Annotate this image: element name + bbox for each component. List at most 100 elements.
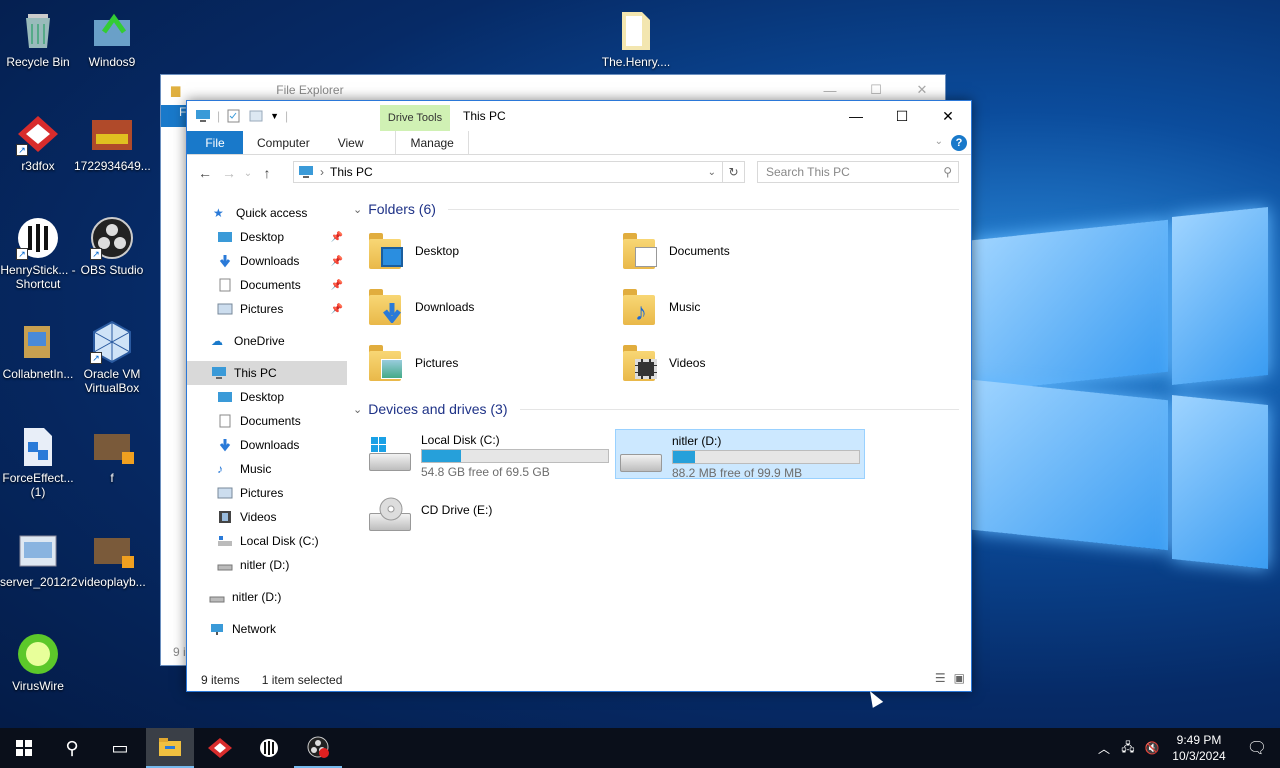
- desktop-icon-forceeffect[interactable]: ForceEffect... (1): [0, 424, 76, 499]
- taskbar-file-explorer[interactable]: [146, 728, 194, 768]
- navigation-pane: ★ Quick access Desktop 📌 Downloads 📌 Docum…: [187, 201, 347, 651]
- properties-icon[interactable]: [226, 109, 242, 123]
- recent-locations-chevron-icon[interactable]: ⌄: [241, 168, 255, 179]
- nav-quick-pictures[interactable]: Pictures 📌: [187, 297, 347, 321]
- drive-local-disk-c[interactable]: Local Disk (C:) 54.8 GB free of 69.5 GB: [365, 429, 615, 479]
- tab-file[interactable]: File: [187, 131, 243, 154]
- desktop-folder-icon: [369, 231, 407, 271]
- nav-quick-documents[interactable]: Documents 📌: [187, 273, 347, 297]
- nav-pc-videos[interactable]: Videos: [187, 505, 347, 529]
- nav-pc-music[interactable]: ♪ Music: [187, 457, 347, 481]
- collapse-chevron-icon[interactable]: ⌄: [353, 403, 362, 416]
- back-ribbon-file-tab[interactable]: F: [161, 105, 189, 127]
- pin-icon[interactable]: 📌: [331, 304, 343, 315]
- close-button[interactable]: ✕: [925, 101, 971, 131]
- nav-label: Videos: [240, 510, 277, 524]
- nav-pc-local-disk[interactable]: Local Disk (C:): [187, 529, 347, 553]
- taskbar-r3dfox[interactable]: [196, 728, 244, 768]
- drive-icon: [620, 438, 664, 476]
- folder-music[interactable]: ♪ Music: [623, 285, 877, 329]
- nav-this-pc[interactable]: This PC: [187, 361, 347, 385]
- address-bar[interactable]: › This PC ⌄: [293, 161, 723, 183]
- nav-pc-nitler[interactable]: nitler (D:): [187, 553, 347, 577]
- help-icon[interactable]: ?: [951, 135, 967, 151]
- desktop-icon-henrystick-shortcut[interactable]: ↗ HenryStick... - Shortcut: [0, 216, 76, 296]
- nav-pc-documents[interactable]: Documents: [187, 409, 347, 433]
- nav-pc-downloads[interactable]: Downloads: [187, 433, 347, 457]
- nav-quick-downloads[interactable]: Downloads 📌: [187, 249, 347, 273]
- titlebar[interactable]: | ▼ | Drive Tools This PC — ☐ ✕: [187, 101, 971, 131]
- qat-dropdown-icon[interactable]: ▼: [270, 111, 279, 121]
- network-icon[interactable]: 🖧: [1116, 738, 1140, 759]
- nav-label: OneDrive: [234, 334, 285, 348]
- desktop-icon-image[interactable]: 1722934649...: [74, 112, 151, 173]
- pin-icon[interactable]: 📌: [331, 232, 343, 243]
- volume-muted-icon[interactable]: 🔇: [1140, 741, 1164, 755]
- folder-downloads[interactable]: Downloads: [369, 285, 623, 329]
- notification-center-icon[interactable]: 🗨: [1234, 738, 1280, 758]
- taskbar-henrystick[interactable]: [245, 728, 293, 768]
- address-dropdown-icon[interactable]: ⌄: [708, 167, 716, 178]
- folder-pictures[interactable]: Pictures: [369, 341, 623, 385]
- system-tray: ︿ 🖧 🔇 9:49 PM 10/3/2024 🗨: [1092, 728, 1280, 768]
- drive-nitler-d[interactable]: nitler (D:) 88.2 MB free of 99.9 MB: [615, 429, 865, 480]
- search-input[interactable]: Search This PC ⚲: [757, 161, 959, 183]
- nav-pc-desktop[interactable]: Desktop: [187, 385, 347, 409]
- desktop-icon: [218, 392, 232, 402]
- pin-icon[interactable]: 📌: [331, 256, 343, 267]
- desktop-icon-windos9[interactable]: Windos9: [74, 8, 150, 69]
- details-view-icon[interactable]: ☰: [935, 671, 946, 685]
- clock[interactable]: 9:49 PM 10/3/2024: [1164, 732, 1234, 764]
- tab-view[interactable]: View: [324, 131, 378, 154]
- collapse-chevron-icon[interactable]: ⌄: [353, 203, 362, 216]
- forward-arrow-icon[interactable]: →: [217, 165, 241, 181]
- desktop-icon-collabnet[interactable]: CollabnetIn...: [0, 320, 76, 381]
- desktop-icon-virtualbox[interactable]: ↗ Oracle VM VirtualBox: [74, 320, 150, 395]
- desktop-icon-henry-document[interactable]: The.Henry....: [598, 8, 674, 69]
- back-arrow-icon[interactable]: ←: [193, 165, 217, 181]
- nav-quick-desktop[interactable]: Desktop 📌: [187, 225, 347, 249]
- tab-computer[interactable]: Computer: [243, 131, 324, 154]
- maximize-button[interactable]: ☐: [879, 101, 925, 131]
- folder-label: Desktop: [415, 244, 460, 258]
- large-icons-view-icon[interactable]: ▣: [954, 671, 965, 685]
- refresh-button[interactable]: ↻: [723, 161, 745, 183]
- folder-documents[interactable]: Documents: [623, 229, 877, 273]
- desktop-icon-server-2012r2[interactable]: server_2012r2: [0, 528, 77, 589]
- nav-nitler[interactable]: nitler (D:): [187, 585, 347, 609]
- minimize-button[interactable]: —: [833, 101, 879, 131]
- devices-group-header[interactable]: ⌄ Devices and drives (3): [353, 397, 969, 421]
- desktop-icon-videoplayback[interactable]: videoplayb...: [74, 528, 150, 589]
- desktop-icon-f-video[interactable]: f: [74, 424, 150, 485]
- nav-network[interactable]: Network: [187, 617, 347, 641]
- desktop-icon-recycle-bin[interactable]: Recycle Bin: [0, 8, 76, 69]
- virtualbox-icon: ↗: [90, 320, 134, 364]
- nav-quick-access[interactable]: ★ Quick access: [187, 201, 347, 225]
- new-folder-icon[interactable]: [248, 109, 264, 123]
- tab-manage[interactable]: Manage: [395, 131, 469, 154]
- search-button[interactable]: ⚲: [48, 728, 96, 768]
- folders-group-header[interactable]: ⌄ Folders (6): [353, 197, 969, 221]
- viruswire-icon: [16, 632, 60, 676]
- drive-cd-e[interactable]: CD Drive (E:): [365, 489, 615, 539]
- pictures-icon: [217, 303, 233, 315]
- nav-pc-pictures[interactable]: Pictures: [187, 481, 347, 505]
- folder-icon: ▆: [171, 83, 181, 97]
- desktop-icon-r3dfox[interactable]: ↗ r3dfox: [0, 112, 76, 173]
- show-hidden-icons-chevron-icon[interactable]: ︿: [1092, 740, 1116, 757]
- task-view-button[interactable]: ▭: [96, 728, 144, 768]
- drives-grid: Local Disk (C:) 54.8 GB free of 69.5 GB …: [365, 429, 969, 539]
- folder-desktop[interactable]: Desktop: [369, 229, 623, 273]
- desktop-icon-obs-studio[interactable]: ↗ OBS Studio: [74, 216, 150, 277]
- start-button[interactable]: [0, 728, 48, 768]
- folder-label: Pictures: [415, 356, 459, 370]
- up-arrow-icon[interactable]: ↑: [255, 165, 279, 181]
- desktop-icon-viruswire[interactable]: VirusWire: [0, 632, 76, 693]
- file-explorer-window[interactable]: | ▼ | Drive Tools This PC — ☐ ✕ File Com…: [186, 100, 972, 692]
- pin-icon[interactable]: 📌: [331, 280, 343, 291]
- folder-videos[interactable]: Videos: [623, 341, 877, 385]
- nav-onedrive[interactable]: ☁ OneDrive: [187, 329, 347, 353]
- ribbon-expand-chevron-icon[interactable]: ⌄: [935, 136, 943, 147]
- taskbar-obs-studio[interactable]: [294, 728, 342, 768]
- drive-icon: [209, 596, 225, 603]
